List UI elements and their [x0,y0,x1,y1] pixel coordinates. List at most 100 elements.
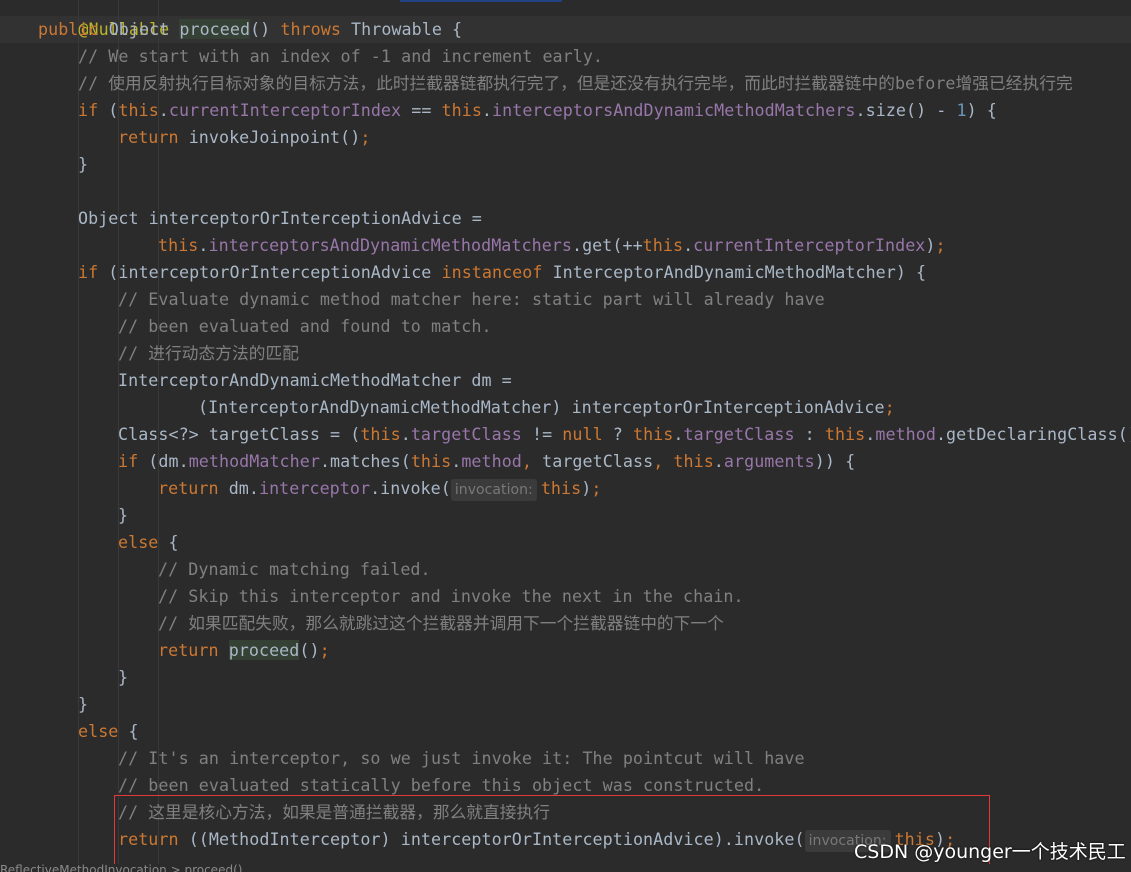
code-token: (dm. [148,451,189,471]
field-token: interceptor [258,478,371,498]
keyword-token: if [78,100,109,120]
keyword-token: public [38,19,109,39]
code-token: ( [108,100,119,120]
keyword-token: ; [935,235,946,255]
keyword-token: null [562,424,603,444]
scroll-marker [400,0,562,2]
comment-token: // It's an interceptor, so we just invok… [118,748,805,768]
code-line[interactable]: // It's an interceptor, so we just invok… [118,745,805,772]
keyword-token: this [410,451,452,471]
field-token: currentInterceptorIndex [168,100,402,120]
comment-token: // been evaluated statically before this… [118,775,765,795]
code-token: . [198,235,209,255]
code-line[interactable]: return dm.interceptor.invoke(invocation:… [158,475,601,502]
code-line[interactable]: // been evaluated and found to match. [118,313,492,340]
code-token: == [401,100,442,120]
code-line[interactable]: } [118,664,128,691]
comment-token: // 使用反射执行目标对象的目标方法，此时拦截器链都执行完了，但是还没有执行完毕… [78,73,1073,93]
code-token: Throwable { [351,19,463,39]
code-line[interactable]: if (dm.methodMatcher.matches(this.method… [118,448,855,475]
code-line[interactable]: (InterceptorAndDynamicMethodMatcher) int… [198,394,895,421]
breadcrumb-status: ReflectiveMethodInvocation > proceed() [0,864,1131,872]
keyword-token: else [118,532,169,552]
code-token: .getDeclaringClass()) [935,424,1131,444]
code-token: .matches( [319,451,411,471]
code-token: )) { [814,451,856,471]
code-token: { [128,721,139,741]
keyword-token: if [78,262,109,282]
code-line[interactable]: return invokeJoinpoint(); [118,124,370,151]
field-token: methodMatcher [188,451,320,471]
code-token: . [865,424,876,444]
code-token: (InterceptorAndDynamicMethodMatcher) int… [198,397,885,417]
parameter-hint: invocation: [450,479,537,501]
code-line[interactable]: } [118,502,128,529]
field-token: targetClass [410,424,522,444]
code-token: dm. [228,478,259,498]
code-token: ) [925,235,936,255]
code-token: . [451,451,462,471]
code-line[interactable]: @Nullable [38,0,169,39]
code-line[interactable]: // 使用反射执行目标对象的目标方法，此时拦截器链都执行完了，但是还没有执行完毕… [78,70,1073,97]
keyword-token: this [118,100,159,120]
keyword-token: ; [360,127,371,147]
code-line[interactable]: if (this.currentInterceptorIndex == this… [78,97,997,124]
field-token: currentInterceptorIndex [693,235,926,255]
code-token: invokeJoinpoint() [188,127,361,147]
code-token: .get(++ [571,235,643,255]
keyword-token: , [653,451,674,471]
keyword-token: else [78,721,129,741]
code-token: { [168,532,179,552]
code-token: . [713,451,724,471]
keyword-token: throws [280,19,352,39]
code-token: Class<?> targetClass = ( [118,424,361,444]
code-line[interactable]: // 如果匹配失败，那么就跳过这个拦截器并调用下一个拦截器链中的下一个 [158,610,724,637]
code-line[interactable]: return proceed(); [158,637,330,664]
code-line[interactable]: if (interceptorOrInterceptionAdvice inst… [78,259,926,286]
code-token: .size() - [855,100,957,120]
keyword-token: this [824,424,866,444]
keyword-token: this [632,424,674,444]
code-token: targetClass [542,451,654,471]
code-line[interactable]: } [78,151,88,178]
csdn-watermark: CSDN @younger一个技术民工 [854,841,1126,863]
code-token: } [118,505,129,525]
field-token: interceptorsAndDynamicMethodMatchers [208,235,572,255]
keyword-token: if [118,451,149,471]
comment-token: // Skip this interceptor and invoke the … [158,586,744,606]
code-line[interactable]: else { [118,529,179,556]
code-token: . [481,100,493,120]
keyword-token: this [441,100,482,120]
keyword-token: , [521,451,543,471]
code-line[interactable]: // 进行动态方法的匹配 [118,340,299,367]
code-line[interactable]: InterceptorAndDynamicMethodMatcher dm = [118,367,512,394]
comment-token: // been evaluated and found to match. [118,316,492,336]
field-token: method [875,424,936,444]
method-name-token: proceed [179,19,251,39]
code-line[interactable]: } [78,691,88,718]
code-line[interactable]: Object interceptorOrInterceptionAdvice = [78,205,482,232]
method-name-token: proceed [228,640,300,660]
keyword-token: this [158,235,199,255]
code-token: : [794,424,825,444]
code-token: () [299,640,320,660]
code-line[interactable]: else { [78,718,139,745]
code-token: != [521,424,563,444]
field-token: interceptorsAndDynamicMethodMatchers [492,100,856,120]
code-line[interactable]: this.interceptorsAndDynamicMethodMatcher… [158,232,946,259]
code-token: InterceptorAndDynamicMethodMatcher dm = [118,370,512,390]
code-line[interactable]: // We start with an index of -1 and incr… [78,43,603,70]
code-token: () [250,19,281,39]
code-line[interactable]: Class<?> targetClass = ( this. targetClass… [118,421,1131,448]
code-line[interactable]: // Skip this interceptor and invoke the … [158,583,744,610]
code-token: } [78,694,89,714]
code-line[interactable]: // Dynamic matching failed. [158,556,431,583]
comment-token: // Dynamic matching failed. [158,559,431,579]
code-editor[interactable]: @Nullable public Object proceed() throws… [0,0,1131,872]
code-line[interactable]: public Object proceed() throws Throwable… [38,16,462,43]
code-token: } [118,667,129,687]
code-token: . [683,235,694,255]
keyword-token: ; [319,640,330,660]
keyword-token: this [540,478,582,498]
code-line[interactable]: // Evaluate dynamic method matcher here:… [118,286,825,313]
